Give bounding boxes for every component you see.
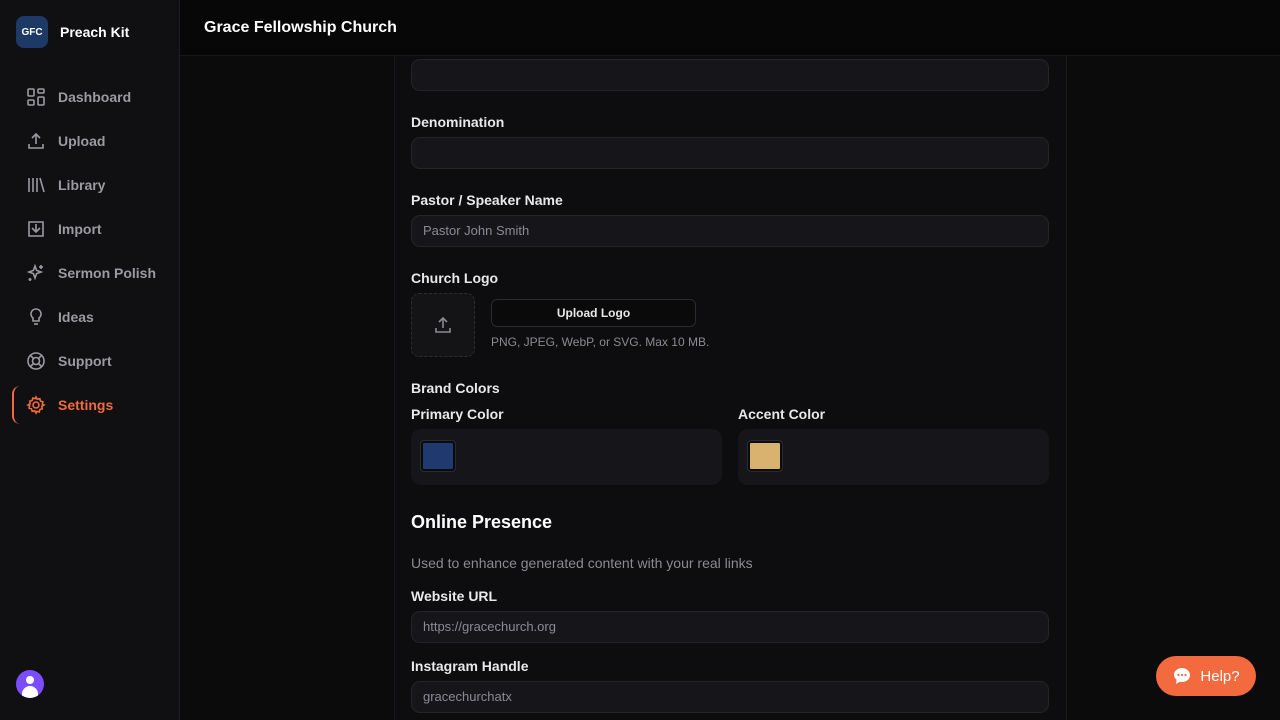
church-logo-label: Church Logo — [411, 270, 499, 286]
accent-color-swatch[interactable] — [747, 440, 783, 472]
primary-color-field[interactable] — [411, 429, 722, 485]
chat-bubble-icon — [1174, 668, 1191, 684]
sidebar-item-import[interactable]: Import — [12, 210, 168, 248]
user-avatar[interactable] — [16, 670, 44, 698]
settings-panel: Denomination Pastor / Speaker Name Pasto… — [394, 56, 1067, 720]
sidebar-item-support[interactable]: Support — [12, 342, 168, 380]
sidebar-item-library[interactable]: Library — [12, 166, 168, 204]
brand-colors-label: Brand Colors — [411, 380, 500, 396]
sidebar-item-label: Settings — [58, 397, 114, 413]
upload-logo-button[interactable]: Upload Logo — [491, 299, 696, 327]
sparkles-icon — [26, 263, 44, 281]
church-logo-badge: GFC — [16, 16, 48, 48]
accent-color-field[interactable] — [738, 429, 1049, 485]
sidebar-item-label: Import — [58, 221, 102, 237]
page-title: Grace Fellowship Church — [204, 19, 397, 36]
logo-dropzone[interactable] — [411, 293, 475, 357]
import-icon — [28, 221, 44, 237]
instagram-input[interactable]: gracechurchatx — [411, 681, 1049, 713]
sidebar-item-settings[interactable]: Settings — [12, 386, 168, 424]
sidebar-item-label: Sermon Polish — [58, 265, 157, 281]
primary-color-label: Primary Color — [411, 406, 504, 422]
sidebar-item-upload[interactable]: Upload — [12, 122, 168, 160]
primary-color-swatch[interactable] — [420, 440, 456, 472]
sidebar: GFC Preach Kit Dashboard Upload Library … — [0, 0, 180, 720]
online-presence-subtitle: Used to enhance generated content with y… — [411, 555, 753, 571]
avatar-head — [26, 676, 34, 684]
upload-icon — [28, 132, 44, 149]
sidebar-item-label: Support — [58, 353, 112, 369]
denomination-input[interactable] — [411, 137, 1049, 169]
brand[interactable]: GFC Preach Kit — [16, 16, 129, 48]
sidebar-item-label: Ideas — [58, 309, 94, 325]
sidebar-item-label: Library — [58, 177, 106, 193]
pastor-name-input[interactable]: Pastor John Smith — [411, 215, 1049, 247]
website-url-label: Website URL — [411, 588, 498, 604]
upload-hint: PNG, JPEG, WebP, or SVG. Max 10 MB. — [491, 335, 710, 349]
lifebuoy-icon — [27, 352, 45, 370]
library-icon — [28, 177, 45, 193]
accent-color-label: Accent Color — [738, 406, 826, 422]
sidebar-nav: Dashboard Upload Library Import Sermon P… — [12, 78, 168, 430]
online-presence-title: Online Presence — [411, 512, 553, 532]
denomination-label: Denomination — [411, 114, 505, 130]
gear-icon — [26, 395, 46, 415]
avatar-body — [22, 686, 38, 698]
church-name-input[interactable] — [411, 59, 1049, 91]
pastor-label: Pastor / Speaker Name — [411, 192, 563, 208]
help-button[interactable]: Help? — [1156, 656, 1256, 696]
sidebar-item-sermon-polish[interactable]: Sermon Polish — [12, 254, 168, 292]
sidebar-item-dashboard[interactable]: Dashboard — [12, 78, 168, 116]
help-label: Help? — [1200, 667, 1240, 685]
grid-icon — [27, 88, 45, 106]
sidebar-item-label: Dashboard — [58, 89, 132, 105]
sidebar-item-label: Upload — [58, 133, 106, 149]
instagram-label: Instagram Handle — [411, 658, 529, 674]
app-name: Preach Kit — [60, 24, 130, 40]
lightbulb-icon — [30, 308, 42, 325]
website-url-input[interactable]: https://gracechurch.org — [411, 611, 1049, 643]
top-header: Grace Fellowship Church — [180, 0, 1280, 56]
upload-icon — [435, 316, 451, 333]
sidebar-item-ideas[interactable]: Ideas — [12, 298, 168, 336]
